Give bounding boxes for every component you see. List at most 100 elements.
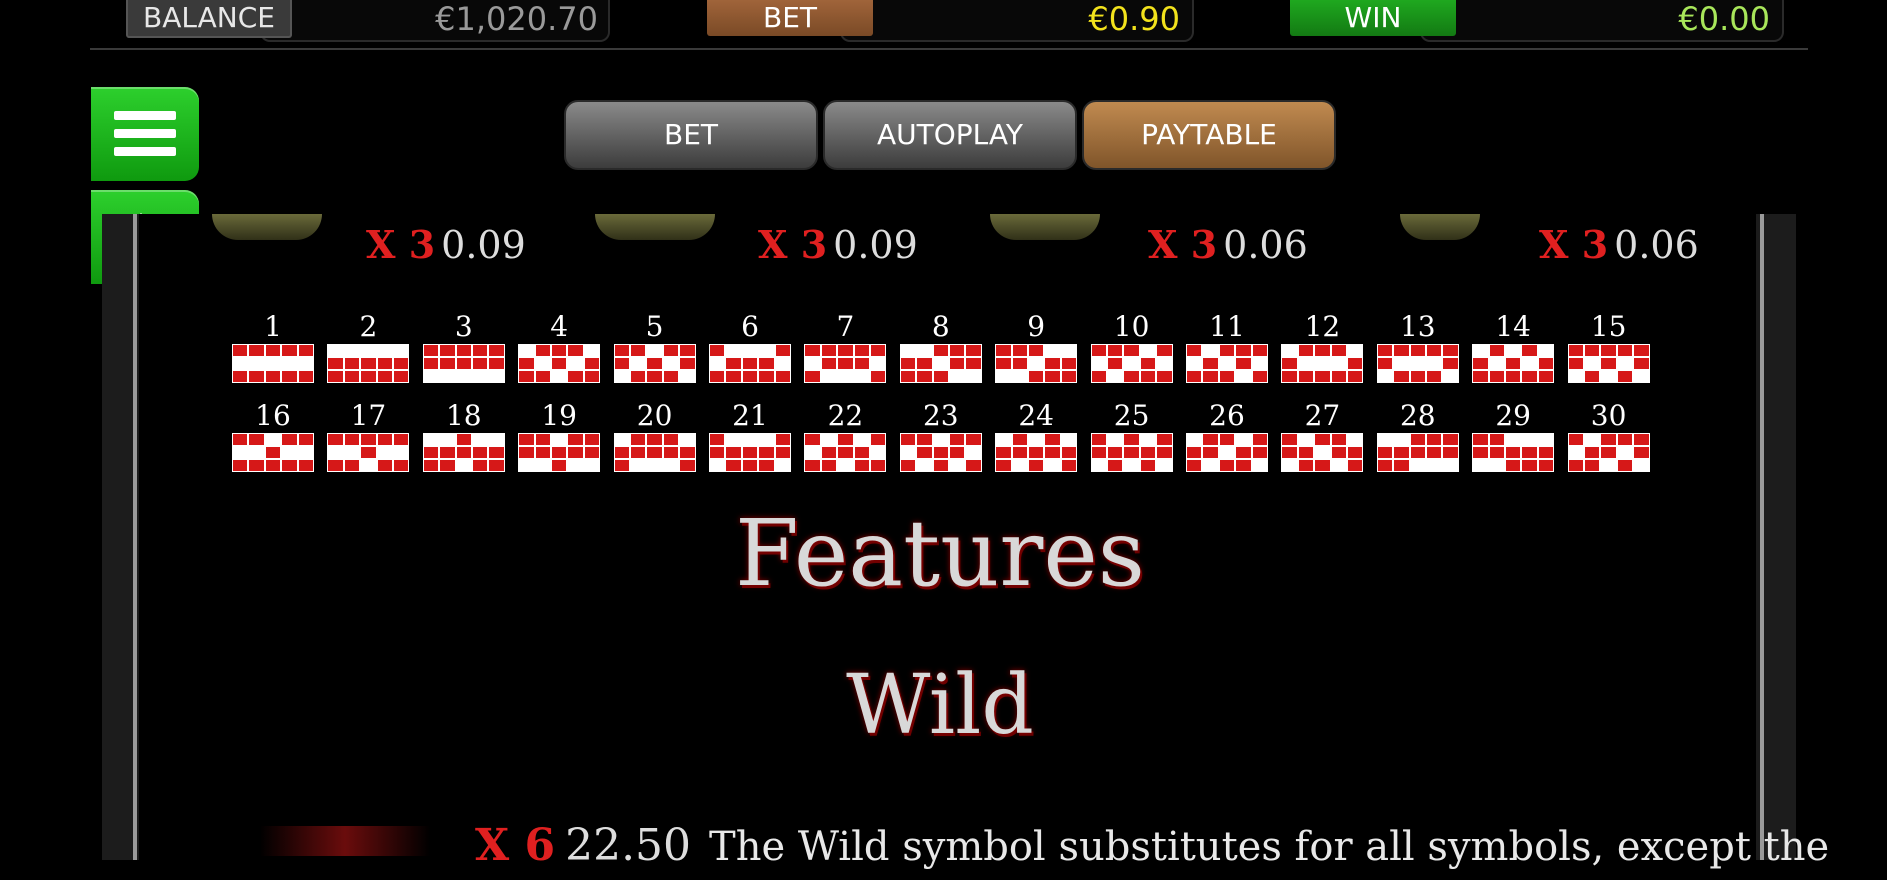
win-value: €0.00 [1678,0,1770,38]
bet-value: €0.90 [1088,0,1180,38]
payline-number: 1 [264,310,282,343]
wild-title: Wild [846,658,1034,753]
wild-description: The Wild symbol substitutes for all symb… [709,824,1830,870]
status-bar: BALANCE €1,020.70 BET €0.90 WIN €0.00 [90,0,1808,50]
payline-30: 30 [1567,399,1650,472]
wild-value: 22.50 [565,820,692,871]
payline-18: 18 [422,399,505,472]
scrollbar[interactable] [1760,214,1764,860]
payline-number: 8 [931,310,950,343]
payline-pattern [422,344,505,383]
payline-number: 10 [1113,310,1150,343]
payline-number: 12 [1304,310,1341,343]
payline-pattern [518,344,601,383]
tab-autoplay[interactable]: AUTOPLAY [823,100,1077,170]
payline-pattern [1186,433,1268,472]
payline-pattern [518,433,601,472]
payout-row: X 3 0.06 [1539,222,1699,268]
payline-5: 5 [613,310,696,383]
payline-pattern [327,344,410,383]
payline-pattern [1472,344,1555,383]
payline-number: 9 [1027,310,1046,343]
win-label: WIN [1290,0,1456,36]
payout-value: 0.09 [441,223,526,267]
payline-21: 21 [709,399,791,472]
payline-number: 18 [445,399,482,432]
payline-number: 5 [645,310,664,343]
payline-pattern [899,433,982,472]
payline-27: 27 [1281,399,1364,472]
payline-number: 21 [732,399,768,432]
payline-pattern [709,433,791,472]
payline-number: 6 [741,310,759,343]
payline-number: 11 [1209,310,1245,343]
symbol-fragment [595,214,715,240]
payline-pattern [1090,344,1173,383]
payline-15: 15 [1567,310,1650,383]
payline-number: 27 [1304,399,1341,432]
payline-6: 6 [709,310,791,383]
payout-multiplier: X 3 [366,222,436,267]
balance-value: €1,020.70 [435,0,598,38]
payline-number: 4 [550,310,569,343]
payline-26: 26 [1186,399,1268,472]
payline-25: 25 [1090,399,1173,472]
payline-17: 17 [327,399,410,472]
payline-22: 22 [804,399,887,472]
payline-8: 8 [899,310,982,383]
payline-number: 7 [836,310,855,343]
payline-pattern [327,433,410,472]
payline-pattern [232,344,314,383]
payline-pattern [1281,433,1364,472]
wild-payout-row: X 6 22.50 The Wild symbol substitutes for … [475,820,1829,880]
payout-value: 0.06 [1223,223,1308,267]
scroll-rail-left [133,214,137,860]
payline-pattern [422,433,505,472]
balance-label: BALANCE [126,0,292,38]
payline-number: 19 [541,399,577,432]
payline-7: 7 [804,310,887,383]
payline-10: 10 [1090,310,1173,383]
features-title: Features [735,500,1145,607]
payline-number: 26 [1209,399,1245,432]
payline-pattern [804,433,887,472]
payline-24: 24 [995,399,1078,472]
payout-multiplier: X 3 [758,222,828,267]
payline-number: 28 [1399,399,1436,432]
payline-number: 3 [454,310,473,343]
payout-value: 0.06 [1614,223,1699,267]
payout-multiplier: X 3 [1539,222,1609,267]
menu-button[interactable] [91,87,199,181]
symbol-fragment [990,214,1100,240]
payline-pattern [709,344,791,383]
payline-number: 14 [1495,310,1531,343]
payline-pattern [995,344,1078,383]
payline-2: 2 [327,310,410,383]
payline-number: 16 [255,399,291,432]
payline-pattern [613,433,696,472]
payline-pattern [899,344,982,383]
payout-row: X 3 0.09 [366,222,526,268]
payout-row: X 3 0.09 [758,222,918,268]
payline-number: 22 [827,399,864,432]
wild-symbol-fragment [260,826,430,856]
payout-value: 0.09 [833,223,918,267]
payline-pattern [995,433,1078,472]
payline-pattern [1281,344,1364,383]
payline-number: 13 [1399,310,1436,343]
payline-13: 13 [1376,310,1459,383]
payline-29: 29 [1472,399,1555,472]
payline-number: 15 [1590,310,1627,343]
payline-number: 25 [1113,399,1150,432]
payline-pattern [1376,433,1459,472]
payline-28: 28 [1376,399,1459,472]
payline-9: 9 [995,310,1078,383]
bet-label: BET [707,0,873,36]
payline-1: 1 [232,310,314,383]
payline-20: 20 [613,399,696,472]
tab-paytable[interactable]: PAYTABLE [1082,100,1336,170]
payline-pattern [1567,433,1650,472]
tab-bet[interactable]: BET [564,100,818,170]
payline-number: 20 [636,399,673,432]
payout-multiplier: X 3 [1148,222,1218,267]
